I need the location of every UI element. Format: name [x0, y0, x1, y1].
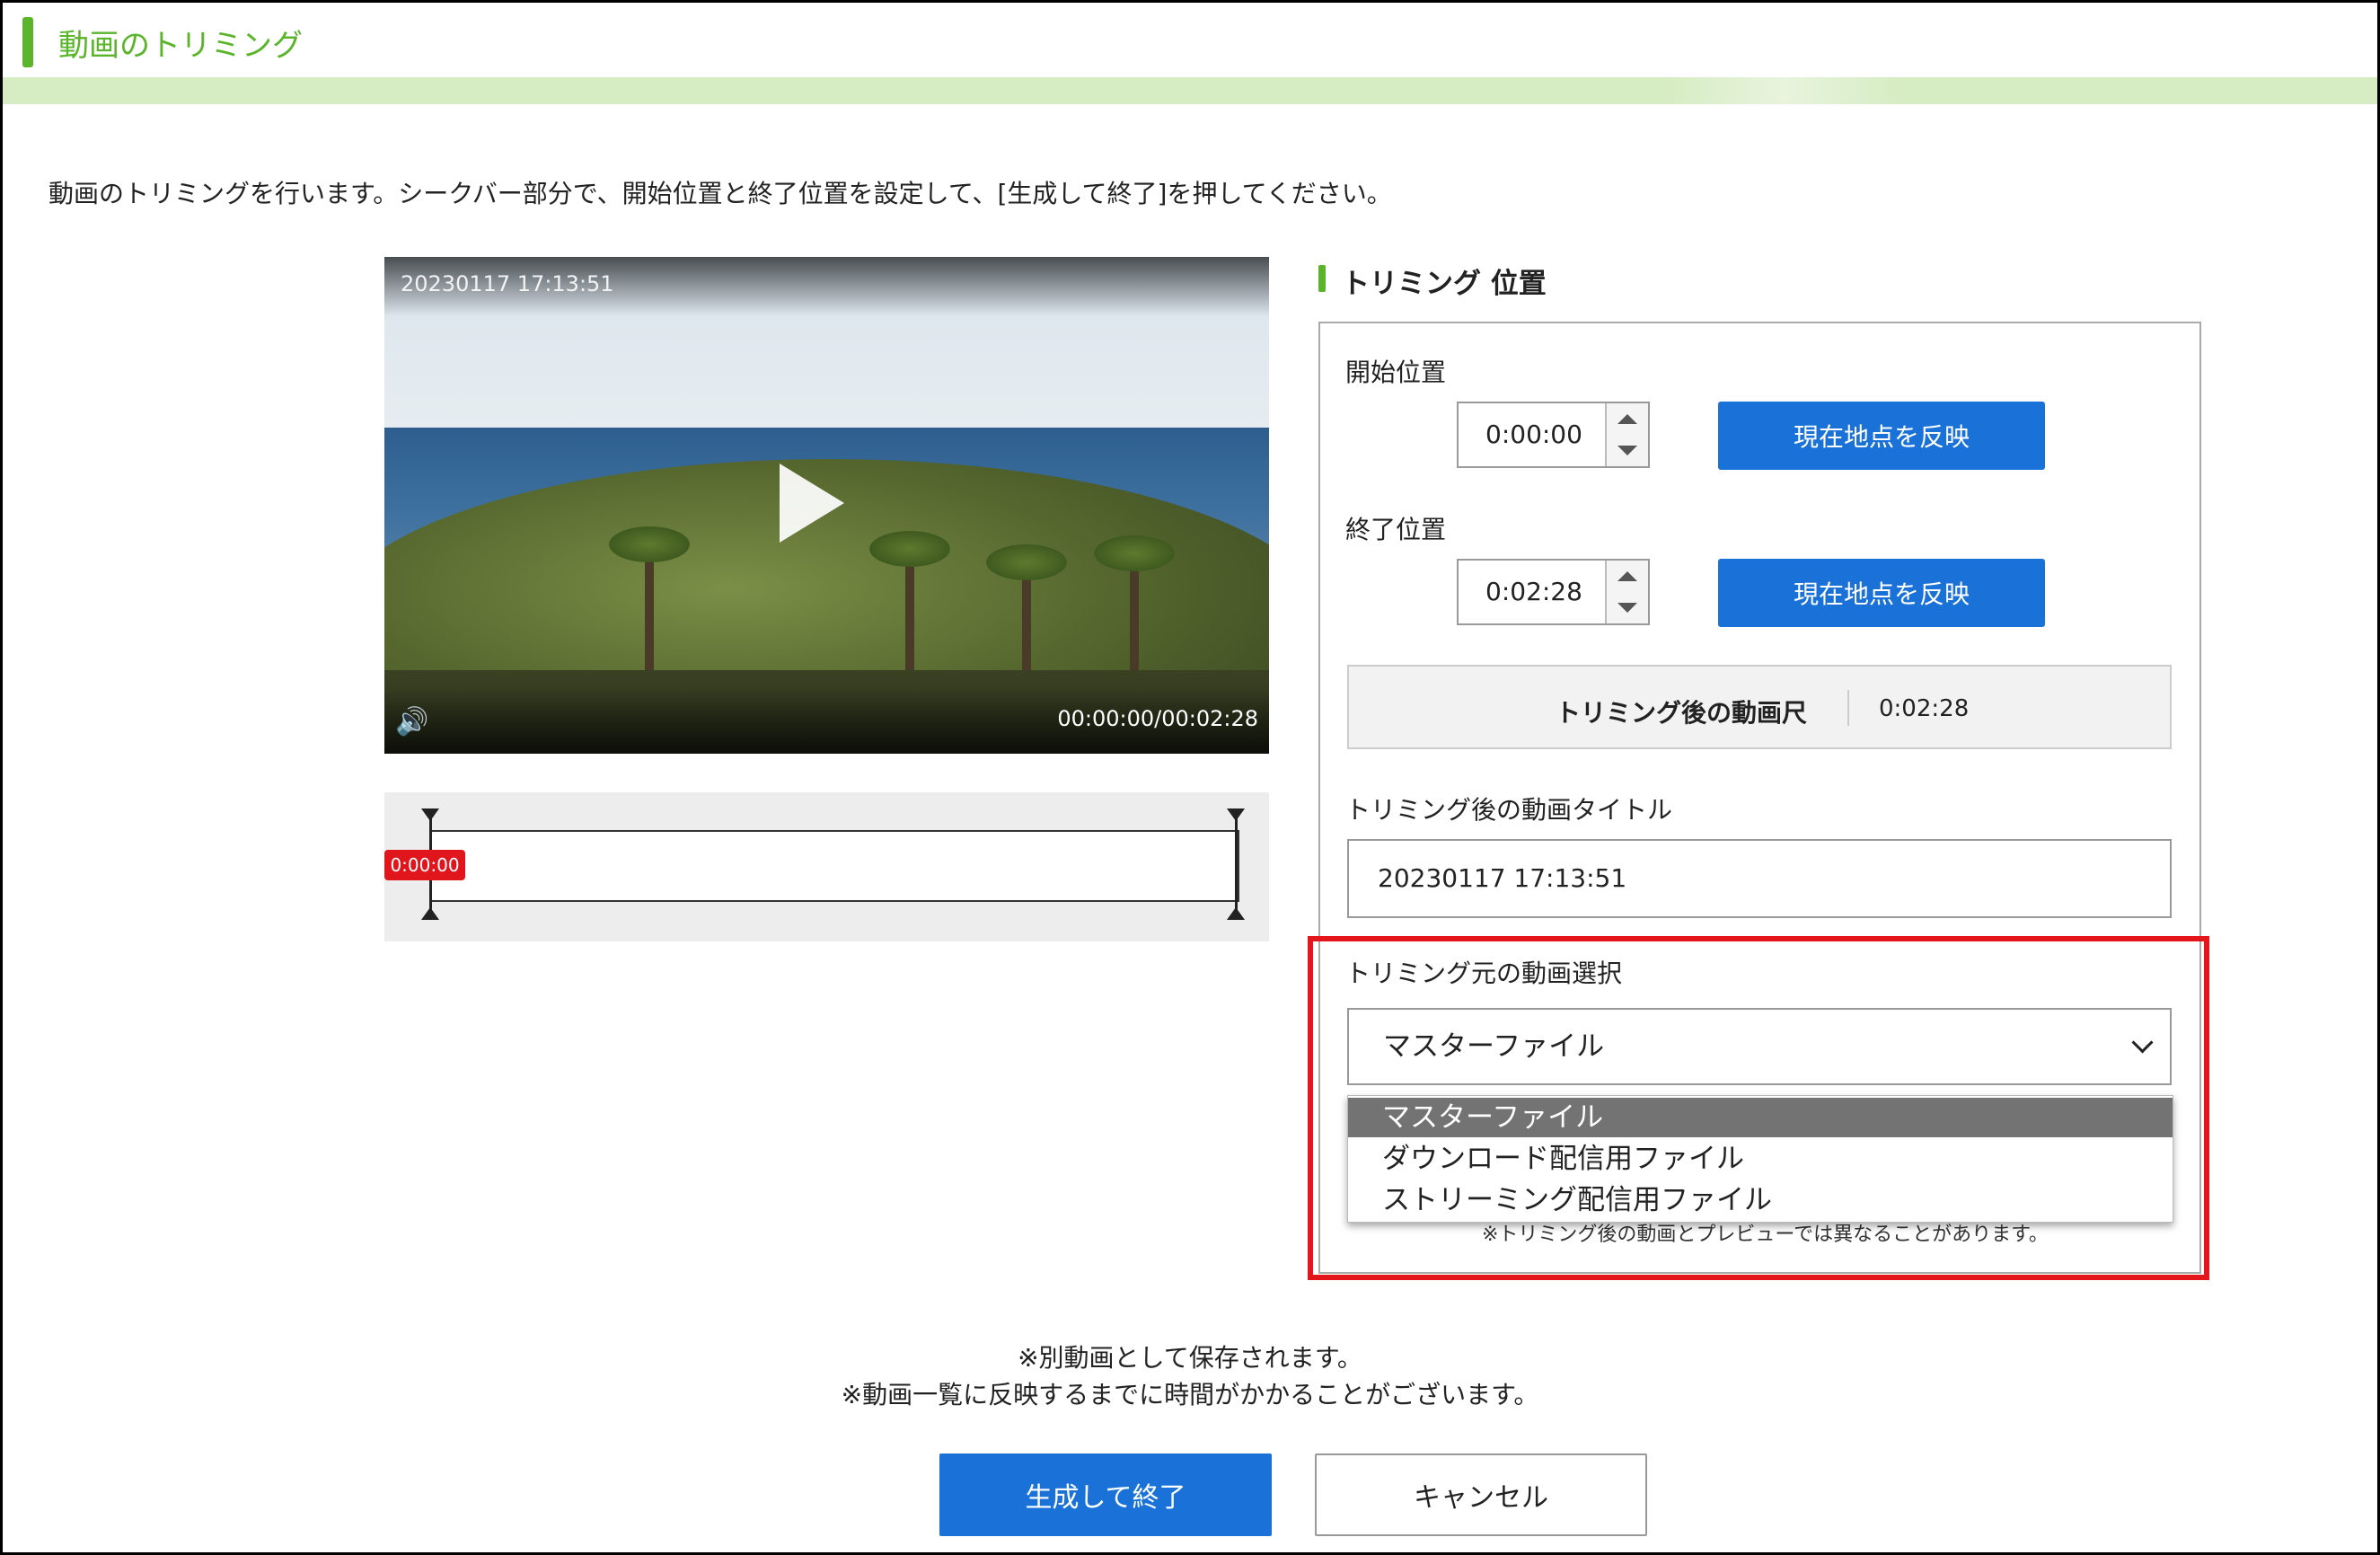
trim-seekbar[interactable]: 0:00:00 [384, 792, 1269, 941]
source-dropdown-list[interactable]: マスターファイル ダウンロード配信用ファイル ストリーミング配信用ファイル [1347, 1095, 2173, 1223]
end-handle-bottom[interactable] [1227, 907, 1245, 920]
video-player[interactable]: 20230117 17:13:51 🔊 00:00:00/00:02:28 [384, 257, 1269, 754]
start-position-stepper[interactable]: 0:00:00 [1457, 402, 1650, 468]
trimmed-duration-label: トリミング後の動画尺 [1556, 698, 1808, 728]
source-selected-value: マスターファイル [1383, 1030, 1605, 1063]
end-position-value[interactable]: 0:02:28 [1485, 561, 1582, 623]
section-accent-bar [1318, 265, 1326, 292]
video-palm-top [986, 544, 1067, 580]
arrow-down-icon [1618, 603, 1637, 613]
video-palm-top [609, 526, 690, 562]
end-position-stepper[interactable]: 0:02:28 [1457, 559, 1650, 625]
divider [1847, 690, 1849, 726]
header-accent-bar [22, 17, 33, 67]
stepper-up-button[interactable] [1607, 403, 1648, 436]
start-position-value[interactable]: 0:00:00 [1485, 403, 1582, 466]
section-title: トリミング 位置 [1342, 268, 1547, 300]
stepper-down-button[interactable] [1607, 435, 1648, 466]
stepper-buttons [1605, 561, 1648, 623]
trimmed-title-input[interactable]: 20230117 17:13:51 [1347, 839, 2172, 918]
stepper-up-button[interactable] [1607, 561, 1648, 593]
arrow-up-icon [1618, 571, 1637, 581]
generate-button[interactable]: 生成して終了 [939, 1453, 1272, 1536]
seekbar-track[interactable] [429, 830, 1239, 902]
video-palm-top [1094, 535, 1175, 571]
trimmed-duration-value: 0:02:28 [1879, 695, 1970, 722]
video-palm-top [869, 531, 950, 567]
video-title: 20230117 17:13:51 [401, 271, 614, 296]
start-position-label: 開始位置 [1345, 358, 1447, 387]
dropdown-option-master[interactable]: マスターファイル [1348, 1098, 2173, 1137]
dropdown-option-download[interactable]: ダウンロード配信用ファイル [1348, 1139, 2173, 1179]
speaker-icon[interactable]: 🔊 [395, 706, 428, 738]
reflect-start-button[interactable]: 現在地点を反映 [1718, 402, 2045, 470]
page-description: 動画のトリミングを行います。シークバー部分で、開始位置と終了位置を設定して、[生… [48, 179, 1392, 208]
stepper-buttons [1605, 403, 1648, 466]
arrow-up-icon [1618, 414, 1637, 424]
play-icon[interactable] [780, 464, 844, 543]
start-handle-top[interactable] [421, 808, 439, 821]
end-position-label: 終了位置 [1345, 515, 1447, 544]
cancel-button[interactable]: キャンセル [1315, 1453, 1647, 1536]
video-palm-trunk [1130, 562, 1139, 688]
end-handle[interactable] [1235, 814, 1238, 916]
chevron-down-icon [2131, 1031, 2154, 1054]
video-time-display: 00:00:00/00:02:28 [1057, 706, 1258, 731]
video-palm-trunk [905, 553, 914, 688]
source-video-select[interactable]: マスターファイル [1347, 1008, 2172, 1085]
dropdown-option-streaming[interactable]: ストリーミング配信用ファイル [1348, 1180, 2173, 1220]
trimmed-duration-box: トリミング後の動画尺 0:02:28 [1347, 665, 2172, 749]
reflect-end-button[interactable]: 現在地点を反映 [1718, 559, 2045, 627]
start-handle-bottom[interactable] [421, 907, 439, 920]
arrow-down-icon [1618, 446, 1637, 455]
page-header: 動画のトリミング [3, 3, 2377, 76]
page-title: 動画のトリミング [58, 28, 303, 64]
header-band [3, 77, 2377, 104]
stepper-down-button[interactable] [1607, 592, 1648, 623]
end-handle-top[interactable] [1227, 808, 1245, 821]
footer-note-1: ※別動画として保存されます。 [1018, 1343, 1362, 1373]
footer-note-2: ※動画一覧に反映するまでに時間がかかることがございます。 [841, 1380, 1539, 1409]
trimmed-title-label: トリミング後の動画タイトル [1345, 795, 1673, 825]
seekbar-current-label: 0:00:00 [384, 850, 465, 880]
source-select-label: トリミング元の動画選択 [1345, 959, 1623, 988]
